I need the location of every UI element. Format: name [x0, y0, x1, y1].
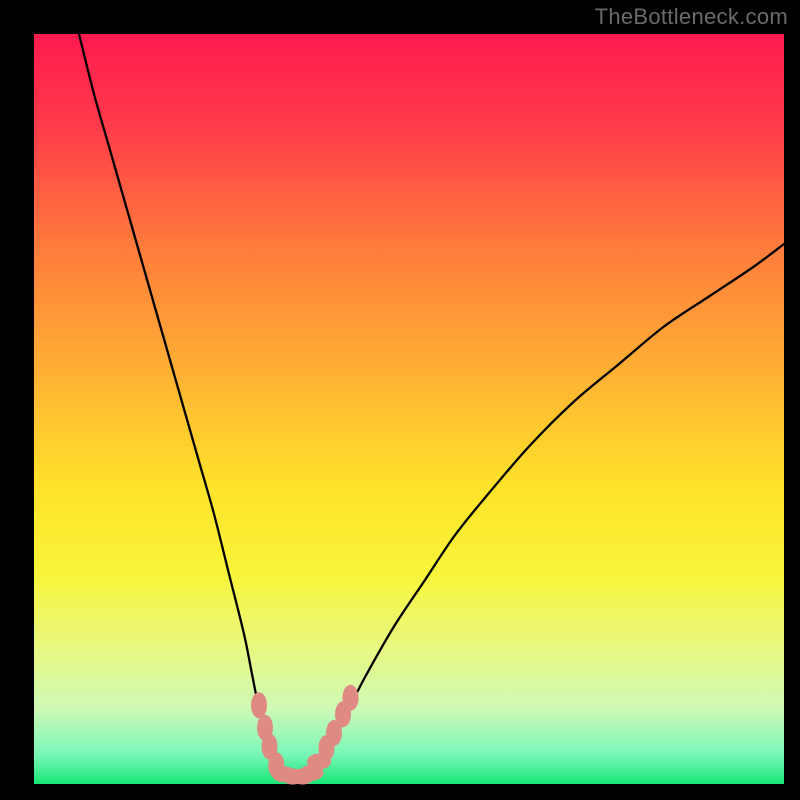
- marker-point: [251, 692, 267, 718]
- marker-point: [343, 685, 359, 711]
- watermark-label: TheBottleneck.com: [595, 4, 788, 30]
- chart-frame: TheBottleneck.com: [0, 0, 800, 800]
- bottleneck-chart: [0, 0, 800, 800]
- plot-background: [34, 34, 784, 784]
